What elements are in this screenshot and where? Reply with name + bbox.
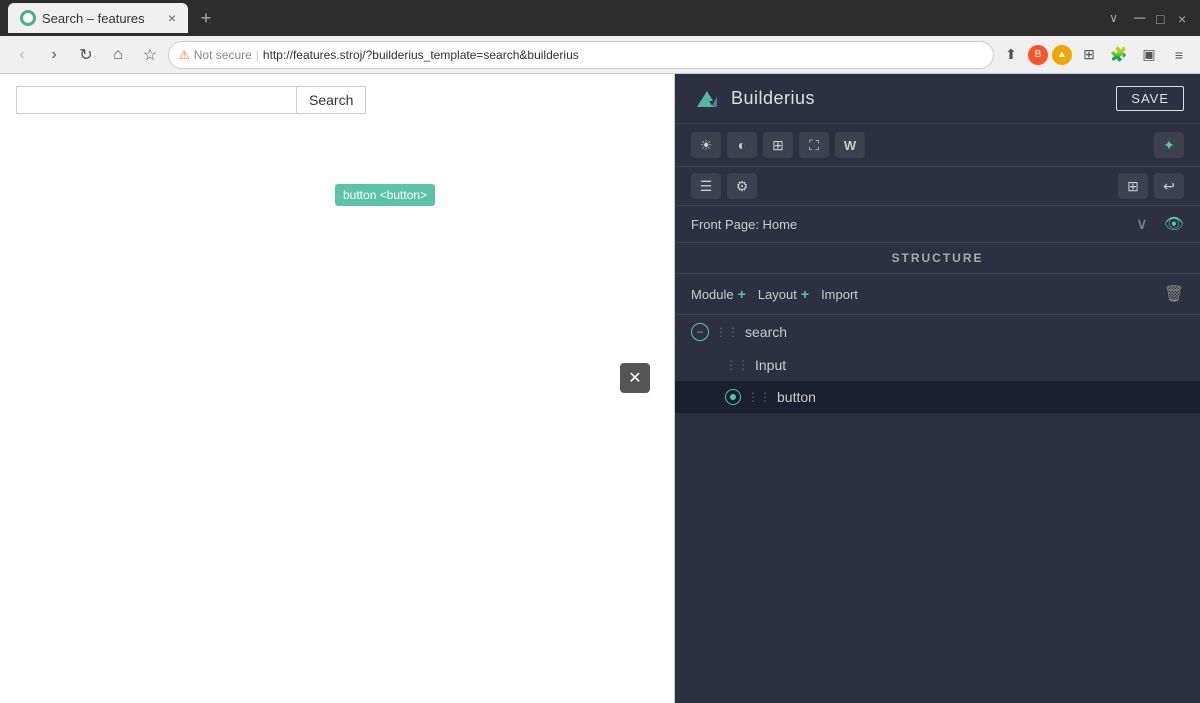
preview-content: Search button <button> — [0, 74, 674, 126]
share-button[interactable]: ⬆ — [998, 42, 1024, 68]
tab-close-button[interactable]: × — [168, 10, 176, 26]
magic-button[interactable]: ✦ — [1154, 132, 1184, 158]
builder-title: Builderius — [731, 88, 815, 109]
builder-toolbar-1: ☀ ◐ ⊞ ⛶ W ✦ — [675, 124, 1200, 167]
forward-button[interactable]: › — [40, 41, 68, 69]
search-widget: Search — [0, 74, 674, 126]
tree-item-input[interactable]: ⋮⋮ Input — [675, 349, 1200, 381]
brave-rewards-icon[interactable]: ▲ — [1052, 45, 1072, 65]
tree-expand-search[interactable]: − — [691, 323, 709, 341]
close-window-button[interactable]: × — [1178, 11, 1192, 25]
tree-status-button — [725, 389, 741, 405]
tabs-overflow[interactable]: ∨ — [1109, 11, 1118, 25]
tree-item-button[interactable]: ⋮⋮ button — [675, 381, 1200, 413]
maximize-button[interactable]: □ — [1156, 11, 1170, 25]
tree-label-input: Input — [755, 357, 786, 373]
extensions-button[interactable]: ⊞ — [1076, 42, 1102, 68]
refresh-button[interactable]: ↻ — [72, 41, 100, 69]
close-overlay-button[interactable]: ✕ — [620, 363, 650, 393]
layout-plus-icon: + — [801, 286, 809, 302]
brave-icon[interactable]: B — [1028, 45, 1048, 65]
tree-label-search: search — [745, 324, 787, 340]
drag-handle-search[interactable]: ⋮⋮ — [715, 325, 739, 339]
address-separator: | — [256, 48, 259, 62]
theme-light-button[interactable]: ☀ — [691, 132, 721, 158]
module-plus-icon: + — [738, 286, 746, 302]
structure-tree: − ⋮⋮ search ⋮⋮ Input ⋮⋮ button — [675, 315, 1200, 413]
builder-panel: Builderius SAVE ☀ ◐ ⊞ ⛶ W ✦ ☰ ⚙ ⊞ ↩ Fron… — [675, 74, 1200, 703]
tree-label-button: button — [777, 389, 816, 405]
back-button[interactable]: ‹ — [8, 41, 36, 69]
add-module-button[interactable]: Module + — [691, 286, 746, 302]
visibility-toggle-button[interactable]: 👁 — [1164, 214, 1184, 234]
structure-header: STRUCTURE — [675, 243, 1200, 274]
sidebar-button[interactable]: ▣ — [1136, 42, 1162, 68]
home-button[interactable]: ⌂ — [104, 41, 132, 69]
drag-handle-button[interactable]: ⋮⋮ — [747, 390, 771, 404]
structure-actions: Module + Layout + Import 🗑 — [675, 274, 1200, 315]
add-layout-button[interactable]: Layout + — [758, 286, 809, 302]
page-selector: Front Page: Home ∨ 👁 — [675, 206, 1200, 243]
new-tab-button[interactable]: + — [192, 4, 220, 32]
module-label: Module — [691, 287, 734, 302]
page-selector-chevron: ∨ — [1136, 214, 1148, 234]
url-text: http://features.stroj/?builderius_templa… — [263, 48, 579, 62]
history-button[interactable]: ↩ — [1154, 173, 1184, 199]
puzzle-icon[interactable]: 🧩 — [1106, 42, 1132, 68]
tab-favicon — [20, 10, 36, 26]
fullscreen-button[interactable]: ⛶ — [799, 132, 829, 158]
builder-toolbar-2: ☰ ⚙ ⊞ ↩ — [675, 167, 1200, 206]
menu-button[interactable]: ≡ — [1166, 42, 1192, 68]
main-layout: Search button <button> ✕ Builderius SAVE — [0, 74, 1200, 703]
button-tooltip: button <button> — [335, 184, 435, 206]
address-bar[interactable]: ⚠ Not secure | http://features.stroj/?bu… — [168, 41, 994, 69]
browser-nav: ‹ › ↻ ⌂ ☆ ⚠ Not secure | http://features… — [0, 36, 1200, 74]
tree-item-search[interactable]: − ⋮⋮ search — [675, 315, 1200, 349]
active-tab[interactable]: Search – features × — [8, 3, 188, 33]
delete-icon: 🗑 — [1164, 286, 1184, 303]
structure-button[interactable]: ☰ — [691, 173, 721, 199]
logo-icon — [691, 83, 723, 115]
browser-tabs: Search – features × + ∨ ─ □ × — [0, 0, 1200, 36]
layout-button[interactable]: ⊞ — [763, 132, 793, 158]
nav-actions: ⬆ B ▲ ⊞ 🧩 ▣ ≡ — [998, 42, 1192, 68]
theme-dark-button[interactable]: ◐ — [727, 132, 757, 158]
drag-handle-input[interactable]: ⋮⋮ — [725, 358, 749, 372]
layers-button[interactable]: ⊞ — [1118, 173, 1148, 199]
import-label: Import — [821, 287, 858, 302]
security-warning-icon: ⚠ — [179, 48, 190, 62]
settings-button[interactable]: ⚙ — [727, 173, 757, 199]
layout-label: Layout — [758, 287, 797, 302]
builder-logo: Builderius — [691, 83, 815, 115]
builder-header: Builderius SAVE — [675, 74, 1200, 124]
page-selector-label: Front Page: Home — [691, 217, 1136, 232]
import-button[interactable]: Import — [821, 287, 858, 302]
delete-button[interactable]: 🗑 — [1164, 284, 1184, 304]
tab-title: Search – features — [42, 11, 145, 26]
bookmark-button[interactable]: ☆ — [136, 41, 164, 69]
minimize-button[interactable]: ─ — [1134, 11, 1148, 25]
search-input[interactable] — [16, 86, 296, 114]
search-button[interactable]: Search — [296, 86, 366, 114]
preview-area: Search button <button> ✕ — [0, 74, 675, 703]
browser-chrome: Search – features × + ∨ ─ □ × ‹ › ↻ ⌂ ☆ … — [0, 0, 1200, 74]
window-controls: ─ □ × — [1134, 11, 1192, 25]
security-warning-text: Not secure — [194, 48, 252, 62]
save-button[interactable]: SAVE — [1116, 86, 1184, 111]
wordpress-button[interactable]: W — [835, 132, 865, 158]
